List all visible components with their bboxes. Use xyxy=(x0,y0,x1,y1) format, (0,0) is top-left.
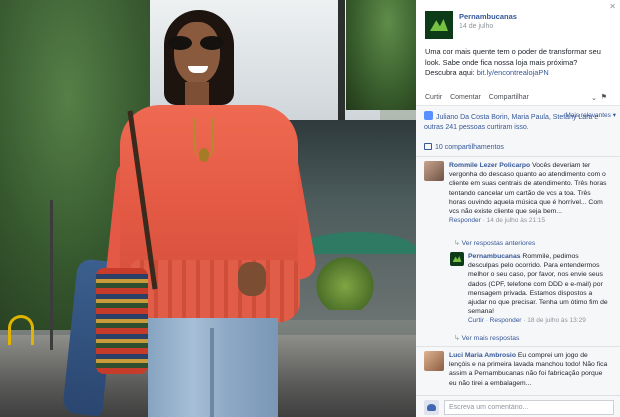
comments-panel: ✕ Pernambucanas 14 de julho Uma cor mais… xyxy=(416,0,620,417)
user-avatar xyxy=(424,400,439,415)
blouse-ruffle xyxy=(130,260,300,322)
sunglasses xyxy=(168,36,224,50)
neck xyxy=(185,82,209,106)
background-trees-right xyxy=(346,0,416,110)
comment-meta: Responder · 14 de julho às 21:15 xyxy=(449,217,546,225)
post-link[interactable]: bit.ly/encontrealojaPN xyxy=(477,68,549,77)
comment-body: Luci Maria Ambrosio Eu comprei um jogo d… xyxy=(449,351,609,388)
post-header: Pernambucanas 14 de julho xyxy=(425,11,615,41)
comment-text: Vocês deveriam ter vergonha do descaso q… xyxy=(449,162,607,216)
view-previous-replies[interactable]: Ver respostas anteriores xyxy=(454,239,536,247)
like-button[interactable]: Curtir xyxy=(425,94,442,101)
view-more-replies[interactable]: Ver mais respostas xyxy=(454,334,520,342)
page-logo[interactable] xyxy=(425,11,453,39)
reply-body: Pernambucanas Rommile, pedimos desculpas… xyxy=(468,252,608,326)
necklace xyxy=(194,118,214,162)
divider xyxy=(416,156,620,157)
reply-author[interactable]: Pernambucanas xyxy=(468,253,521,260)
chevron-down-icon[interactable]: ⌄ xyxy=(591,94,597,102)
woven-bag xyxy=(96,268,148,374)
palm-plant xyxy=(315,250,375,310)
comment-input[interactable] xyxy=(444,400,614,415)
comment-body: Rommile Lezer Policarpo Vocês deveriam t… xyxy=(449,161,609,225)
avatar[interactable] xyxy=(424,351,444,371)
write-comment-bar xyxy=(416,395,620,417)
sort-relevance[interactable]: Mais relevantes ▾ xyxy=(565,111,616,119)
reply-reply-link[interactable]: Responder xyxy=(490,317,522,324)
post-photo[interactable] xyxy=(0,0,416,417)
page-logo-small[interactable] xyxy=(450,252,464,266)
share-icon xyxy=(424,143,432,150)
bike-rack xyxy=(8,315,34,345)
right-hand xyxy=(238,262,266,296)
comment-button[interactable]: Comentar xyxy=(450,94,481,101)
jeans xyxy=(148,318,278,417)
model-figure xyxy=(62,10,319,417)
page-name[interactable]: Pernambucanas xyxy=(459,12,517,21)
street-pole-right xyxy=(338,0,345,130)
post-date[interactable]: 14 de julho xyxy=(459,23,493,30)
sort-label[interactable]: Mais relevantes xyxy=(565,112,611,119)
flag-icon[interactable]: ⚑ xyxy=(601,93,607,101)
reply-text: Rommile, pedimos desculpas pelo ocorrido… xyxy=(468,253,608,316)
comment-author[interactable]: Rommile Lezer Policarpo xyxy=(449,162,530,169)
post-text: Uma cor mais quente tem o poder de trans… xyxy=(425,47,611,79)
post-actions: Curtir Comentar Compartilhar ⌄ ⚑ xyxy=(425,94,615,104)
street-pole xyxy=(50,200,53,350)
comment-time[interactable]: 14 de julho às 21:15 xyxy=(487,217,546,224)
reply-like-link[interactable]: Curtir xyxy=(468,317,484,324)
reply-time[interactable]: 18 de julho às 13:29 xyxy=(527,317,586,324)
comment-author[interactable]: Luci Maria Ambrosio xyxy=(449,352,516,359)
shares-count[interactable]: 10 compartilhamentos xyxy=(424,143,504,151)
close-icon[interactable]: ✕ xyxy=(609,2,616,11)
avatar[interactable] xyxy=(424,161,444,181)
reply-link[interactable]: Responder xyxy=(449,217,481,224)
reply-meta: Curtir · Responder · 18 de julho às 13:2… xyxy=(468,317,586,325)
share-button[interactable]: Compartilhar xyxy=(489,94,529,101)
face xyxy=(174,22,220,84)
likes-count[interactable]: outras 241 pessoas curtiram isso. xyxy=(424,124,529,131)
engagement-section: Juliano Da Costa Borin, Maria Paula, Ste… xyxy=(416,105,620,417)
shares-label: 10 compartilhamentos xyxy=(435,144,504,151)
divider xyxy=(416,346,620,347)
thumbs-up-icon xyxy=(424,111,433,120)
